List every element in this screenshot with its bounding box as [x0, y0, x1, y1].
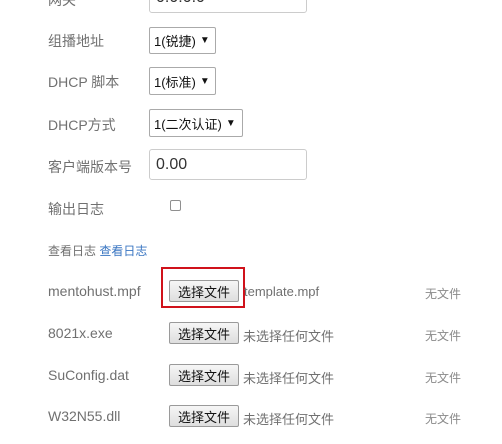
chevron-down-icon: ▼ [225, 117, 236, 129]
view-log-link[interactable]: 查看日志 [99, 244, 147, 258]
file-name-8021x: 8021x.exe [48, 325, 113, 341]
file-chosen-suconfig: 未选择任何文件 [243, 371, 335, 386]
view-log-prefix: 查看日志 [48, 244, 97, 258]
dhcp-script-select[interactable]: 1(标准) ▼ [149, 67, 216, 95]
choose-file-button-mentohust[interactable]: 选择文件 [169, 280, 239, 302]
choose-file-button-8021x[interactable]: 选择文件 [169, 322, 239, 344]
choose-file-button-w32n55[interactable]: 选择文件 [169, 405, 239, 427]
output-log-label: 输出日志 [48, 201, 104, 217]
output-log-checkbox[interactable] [170, 200, 181, 211]
file-name-suconfig: SuConfig.dat [48, 367, 129, 383]
multicast-label: 组播地址 [48, 33, 104, 49]
file-chosen-mentohust: template.mpf [244, 284, 320, 299]
dhcp-mode-value: 1(二次认证) [154, 116, 222, 132]
multicast-value: 1(锐捷) [154, 34, 196, 49]
dhcp-mode-select[interactable]: 1(二次认证) ▼ [149, 109, 243, 137]
chevron-down-icon: ▼ [199, 75, 210, 87]
file-name-w32n55: W32N55.dll [48, 408, 121, 424]
file-status-w32n55: 无文件 [425, 412, 462, 426]
dhcp-script-label: DHCP 脚本 [48, 74, 120, 90]
multicast-select[interactable]: 1(锐捷) ▼ [149, 27, 216, 54]
dhcp-mode-label: DHCP方式 [48, 117, 116, 133]
choose-file-button-suconfig[interactable]: 选择文件 [169, 364, 239, 386]
file-status-8021x: 无文件 [425, 329, 462, 343]
file-status-suconfig: 无文件 [425, 371, 462, 385]
view-log-row: 查看日志 查看日志 [48, 242, 147, 259]
dhcp-script-value: 1(标准) [154, 74, 196, 90]
file-status-mentohust: 无文件 [425, 287, 462, 301]
client-version-input[interactable]: 0.00 [149, 149, 307, 180]
ip-label: 网关 [48, 0, 76, 8]
file-chosen-w32n55: 未选择任何文件 [243, 412, 335, 427]
client-version-label: 客户端版本号 [48, 159, 132, 175]
chevron-down-icon: ▼ [199, 35, 210, 46]
file-name-mentohust: mentohust.mpf [48, 283, 141, 299]
ip-input[interactable]: 0.0.0.0 [149, 0, 307, 13]
file-chosen-8021x: 未选择任何文件 [243, 329, 335, 344]
